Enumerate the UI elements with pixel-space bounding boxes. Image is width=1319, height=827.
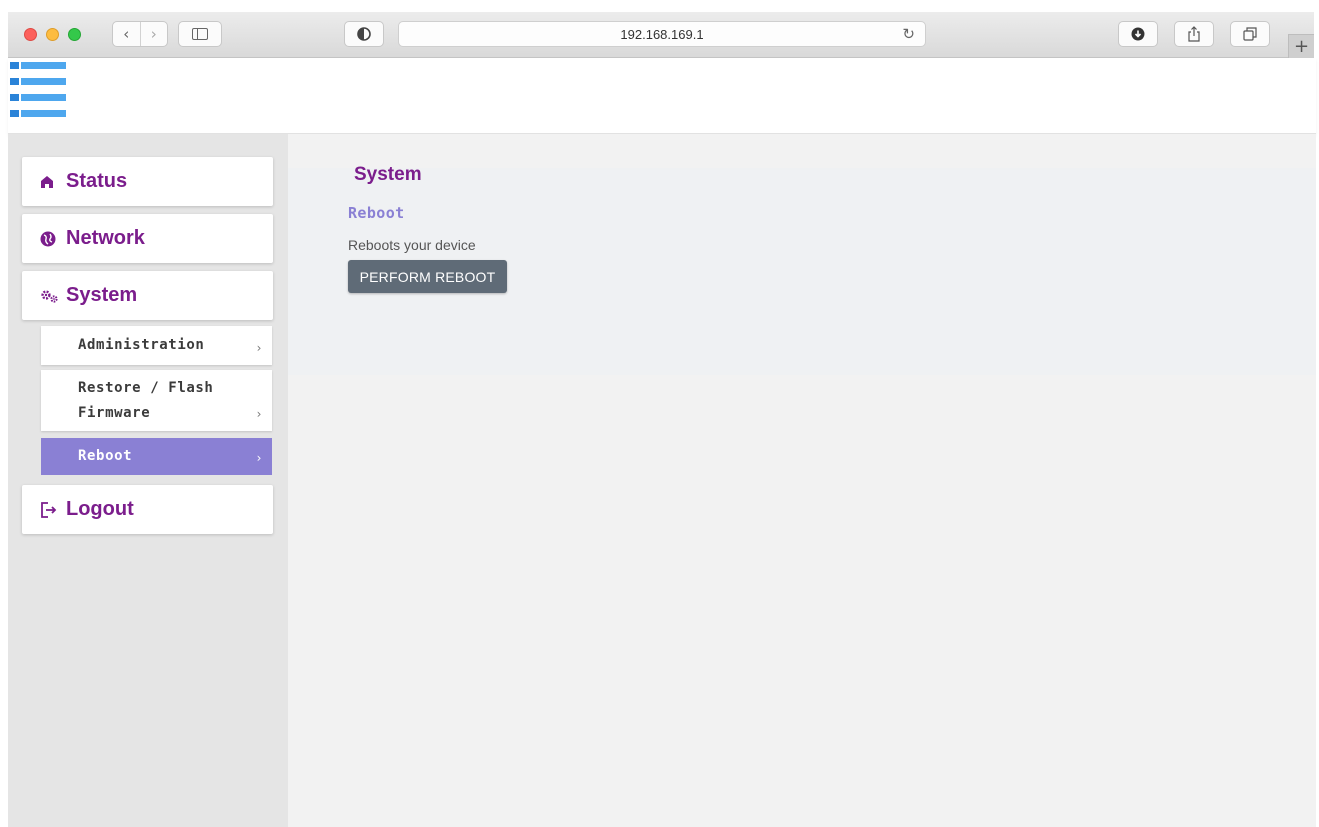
submenu-item-label: Reboot [78, 448, 133, 464]
globe-icon [40, 231, 66, 247]
sidebar-item-logout[interactable]: Logout [22, 485, 273, 534]
sidebar-icon [192, 28, 208, 40]
submenu-item-label-line2: Firmware [78, 405, 151, 421]
chevron-left-icon: ‹ [123, 25, 130, 43]
back-button[interactable]: ‹ [113, 22, 140, 46]
privacy-button[interactable] [344, 21, 384, 47]
page-title: System [354, 164, 422, 185]
home-icon [40, 175, 66, 189]
logo-bars-icon[interactable] [10, 62, 66, 118]
plus-icon: + [1293, 36, 1310, 57]
download-icon [1131, 27, 1145, 41]
reload-icon[interactable]: ↻ [902, 25, 915, 43]
perform-reboot-button[interactable]: PERFORM REBOOT [348, 260, 507, 293]
tabs-overview-button[interactable] [1230, 21, 1270, 47]
download-button[interactable] [1118, 21, 1158, 47]
new-tab-button[interactable]: + [1288, 34, 1314, 58]
chevron-right-icon: › [256, 407, 262, 421]
close-window-button[interactable] [24, 28, 37, 41]
submenu-item-reboot[interactable]: Reboot › [41, 438, 272, 475]
page-header [8, 58, 1316, 134]
shield-icon [357, 27, 371, 41]
submenu-item-label: Restore / Flash [78, 380, 214, 396]
sidebar-item-label: Status [66, 170, 128, 192]
browser-toolbar: ‹ › 192.168.169.1 ↻ + [8, 12, 1314, 58]
section-title: Reboot [348, 204, 405, 222]
chevron-right-icon: › [150, 25, 157, 43]
logout-icon [40, 501, 66, 518]
sidebar: Status Network System Administration › R… [8, 134, 288, 827]
sidebar-item-network[interactable]: Network [22, 214, 273, 263]
chevron-right-icon: › [256, 341, 262, 355]
share-icon [1188, 26, 1200, 42]
sidebar-item-label: System [66, 284, 138, 306]
main-content: System Reboot Reboots your device PERFOR… [288, 134, 1316, 827]
chevron-right-icon: › [256, 451, 262, 465]
address-bar[interactable]: 192.168.169.1 ↻ [398, 21, 926, 47]
back-forward-group: ‹ › [112, 21, 168, 47]
submenu-item-restore-flash-firmware[interactable]: Restore / Flash Firmware › [41, 370, 272, 431]
tabs-icon [1243, 27, 1257, 41]
submenu-item-administration[interactable]: Administration › [41, 326, 272, 365]
sidebar-item-system[interactable]: System [22, 271, 273, 320]
address-text: 192.168.169.1 [620, 26, 704, 42]
section-description: Reboots your device [348, 237, 476, 253]
forward-button[interactable]: › [139, 22, 168, 46]
minimize-window-button[interactable] [46, 28, 59, 41]
sidebar-item-label: Logout [66, 498, 134, 520]
sidebar-item-status[interactable]: Status [22, 157, 273, 206]
sidebar-toggle-button[interactable] [178, 21, 222, 47]
sidebar-item-label: Network [66, 227, 145, 249]
share-button[interactable] [1174, 21, 1214, 47]
gears-icon [40, 288, 66, 304]
submenu-item-label: Administration [78, 337, 205, 353]
zoom-window-button[interactable] [68, 28, 81, 41]
